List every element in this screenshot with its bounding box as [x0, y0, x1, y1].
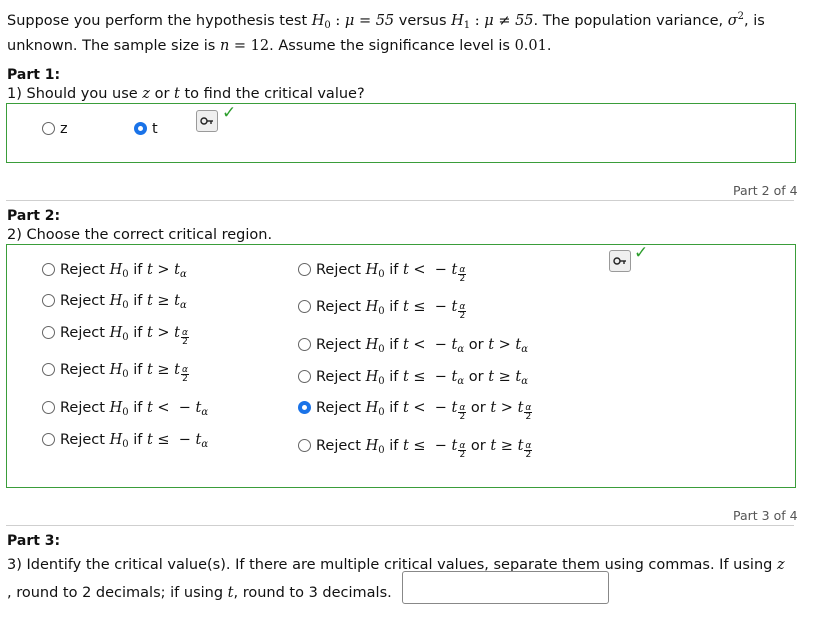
option-two-tail-ta2-strict[interactable]: Reject H0 if t < − tα2 or t > tα2	[298, 400, 533, 422]
key-icon	[200, 117, 213, 125]
option-two-tail-ta-nonstrict[interactable]: Reject H0 if t ≤ − tα or t ≥ tα	[298, 369, 528, 387]
h0-expression: μ = 55	[344, 12, 395, 29]
part2-question: 2) Choose the correct critical region.	[7, 227, 273, 245]
option-two-tail-ta-strict[interactable]: Reject H0 if t < − tα or t > tα	[298, 337, 528, 355]
option-t-le-neg-ta2[interactable]: Reject H0 if t ≤ − tα2	[298, 299, 467, 321]
option-t-lt-neg-ta2[interactable]: Reject H0 if t < − tα2	[298, 262, 467, 284]
divider-2	[6, 525, 794, 526]
sample-size: 12	[250, 37, 270, 54]
checkmark-icon: ✓	[634, 243, 649, 263]
option-z[interactable]: z	[42, 121, 68, 137]
part2-page-indicator: Part 2 of 4	[733, 183, 798, 198]
part1-question: 1) Should you use z or t to find the cri…	[7, 86, 365, 104]
divider-1	[6, 200, 794, 201]
radio-t[interactable]	[134, 122, 147, 135]
option-t-gt-ta2[interactable]: Reject H0 if t > tα2	[42, 325, 189, 347]
option-two-tail-ta2-nonstrict[interactable]: Reject H0 if t ≤ − tα2 or t ≥ tα2	[298, 438, 533, 460]
critical-value-input[interactable]	[402, 571, 609, 604]
significance-level: 0.01	[514, 37, 547, 54]
option-t[interactable]: t	[134, 121, 158, 137]
option-t-ge-ta2[interactable]: Reject H0 if t ≥ tα2	[42, 362, 189, 384]
radio-selected[interactable]	[298, 401, 311, 414]
problem-statement: Suppose you perform the hypothesis test …	[7, 11, 765, 54]
key-button-part2[interactable]	[609, 250, 631, 272]
key-icon	[613, 257, 626, 265]
part2-title: Part 2:	[7, 208, 61, 224]
option-t-ge-ta[interactable]: Reject H0 if t ≥ tα	[42, 293, 187, 311]
h1-expression: μ ≠ 55	[484, 12, 534, 29]
radio-z[interactable]	[42, 122, 55, 135]
key-button-part1[interactable]	[196, 110, 218, 132]
option-t-gt-ta[interactable]: Reject H0 if t > tα	[42, 262, 187, 280]
checkmark-icon: ✓	[222, 103, 237, 123]
option-t-le-neg-ta[interactable]: Reject H0 if t ≤ − tα	[42, 432, 208, 450]
part3-title: Part 3:	[7, 533, 61, 549]
part1-answer-box	[6, 103, 796, 163]
part1-title: Part 1:	[7, 67, 61, 83]
part3-page-indicator: Part 3 of 4	[733, 508, 798, 523]
option-t-lt-neg-ta[interactable]: Reject H0 if t < − tα	[42, 400, 208, 418]
